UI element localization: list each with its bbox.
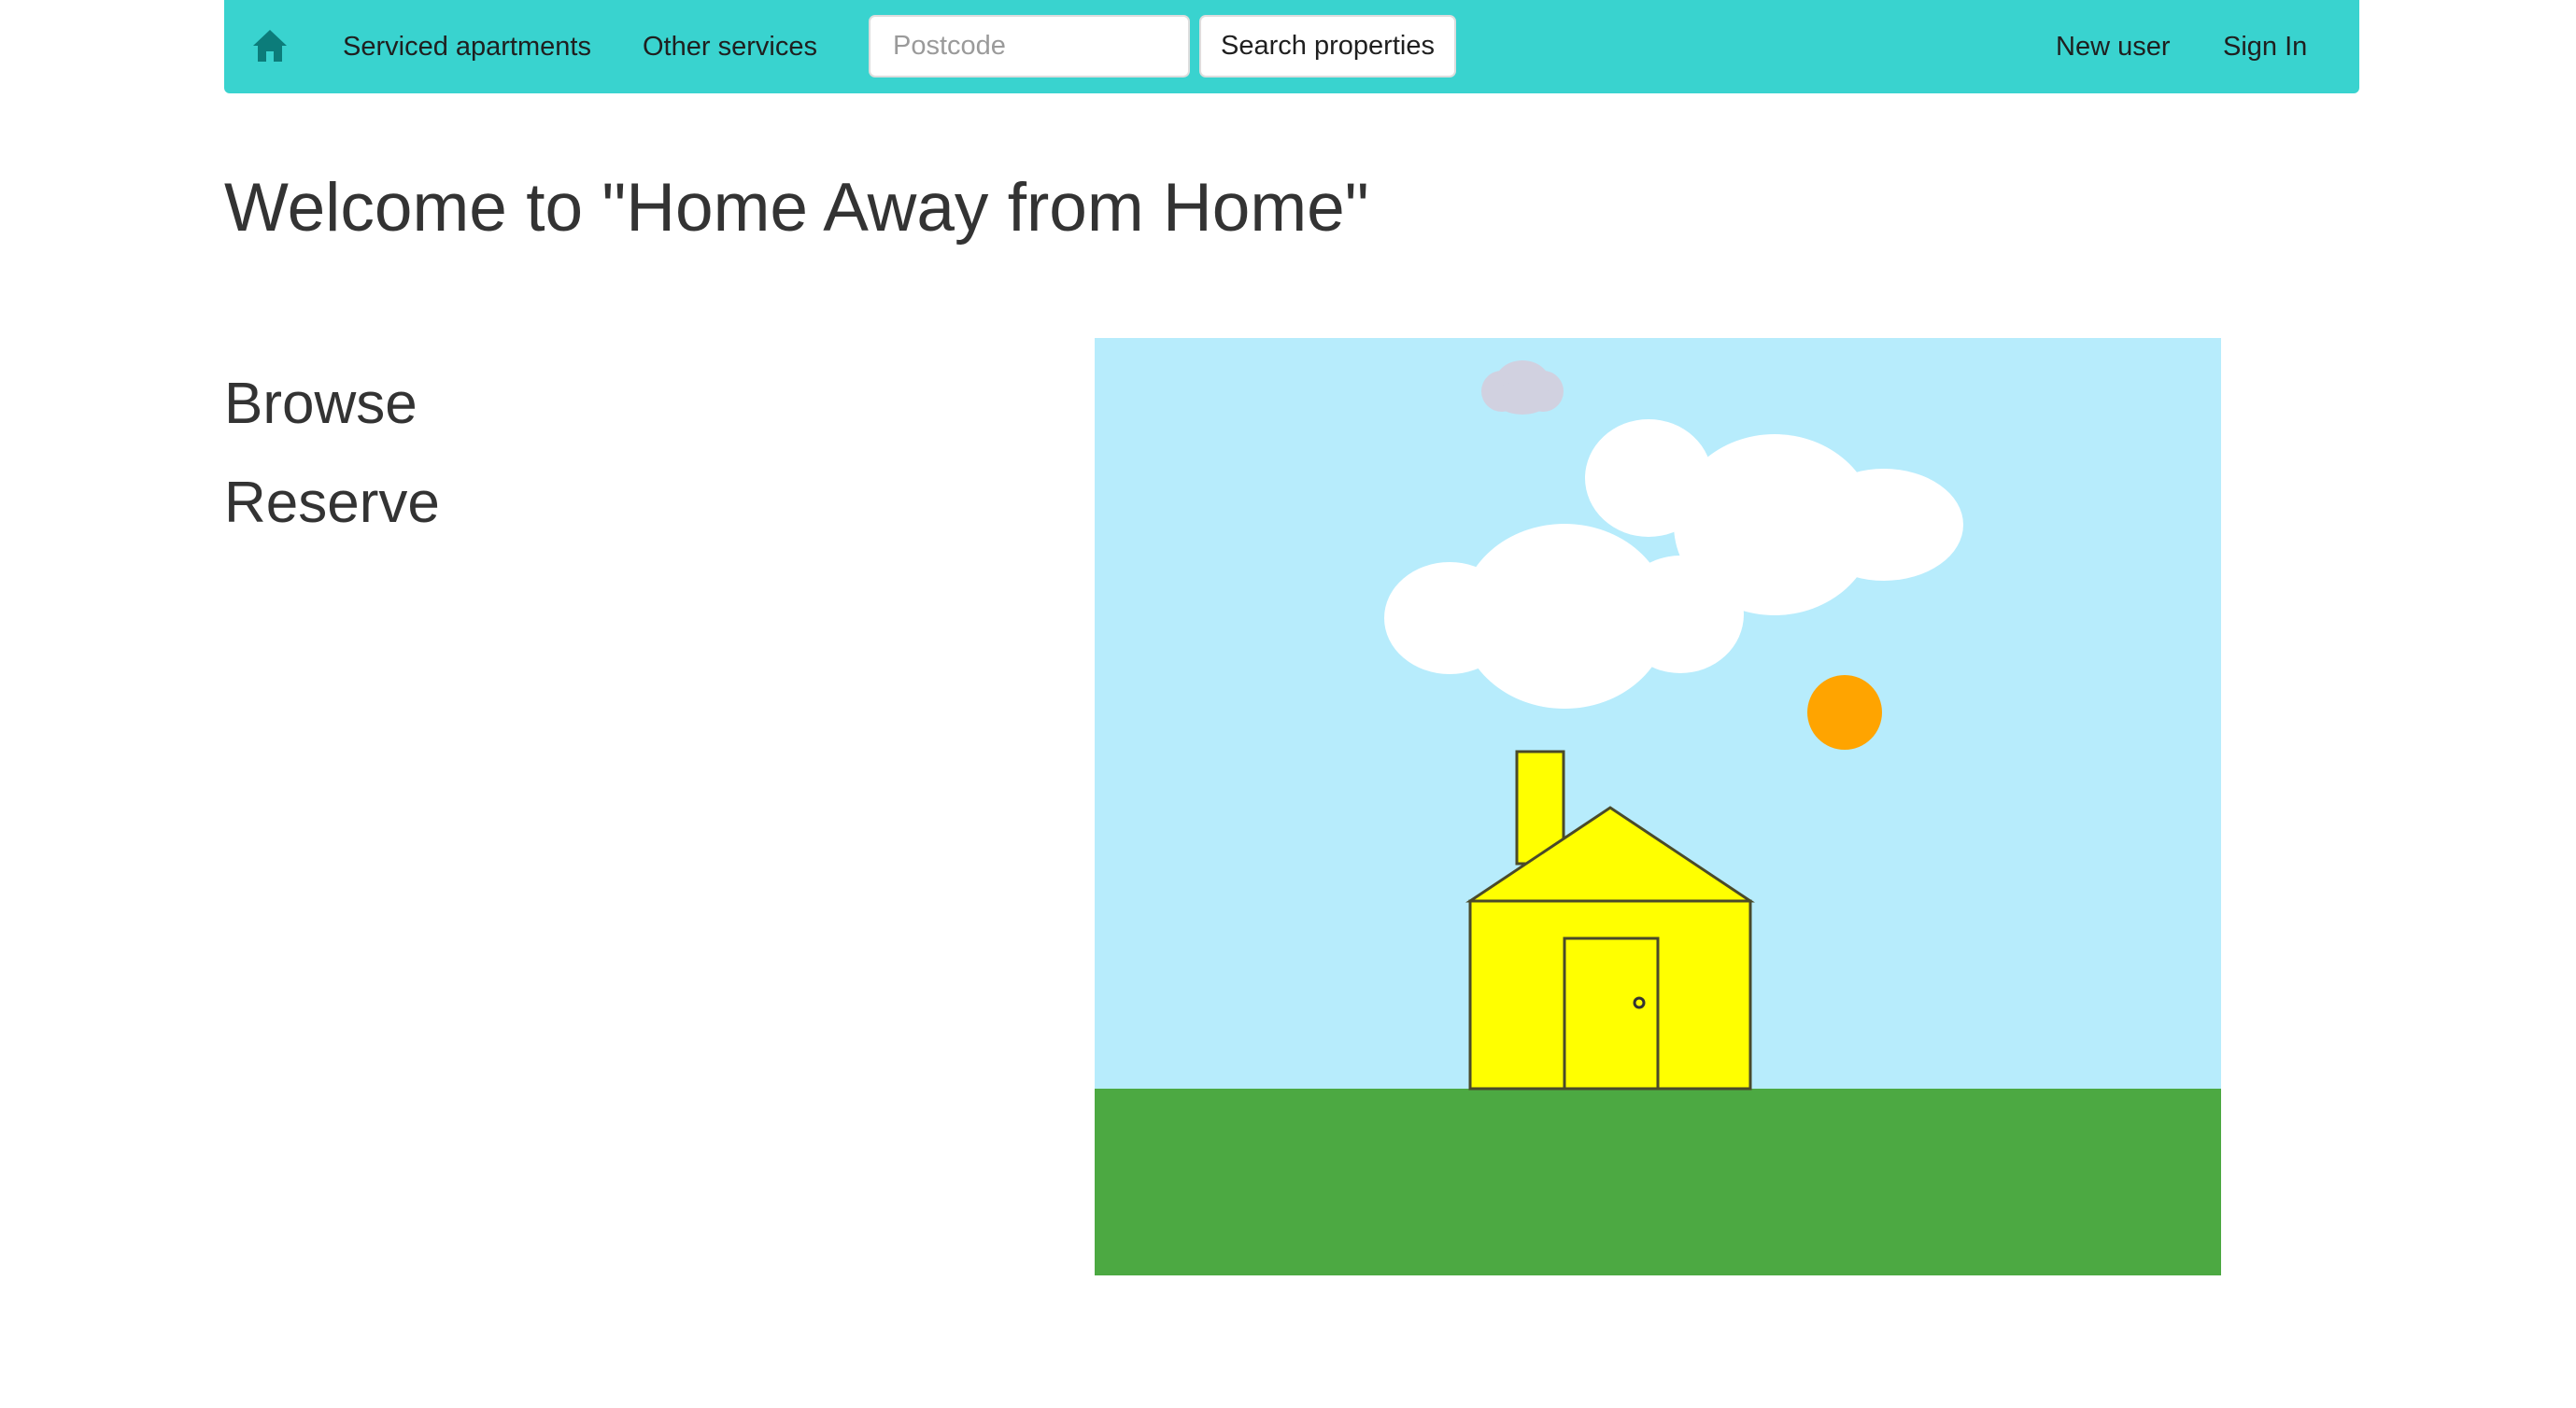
reserve-heading[interactable]: Reserve: [224, 468, 440, 539]
nav-serviced-apartments[interactable]: Serviced apartments: [343, 28, 591, 65]
search-properties-button[interactable]: Search properties: [1199, 15, 1456, 77]
nav-new-user[interactable]: New user: [2056, 28, 2171, 65]
sun: [1807, 675, 1882, 750]
postcode-input[interactable]: [869, 15, 1190, 77]
home-link[interactable]: [251, 28, 289, 63]
browse-heading[interactable]: Browse: [224, 369, 418, 440]
page-title: Welcome to "Home Away from Home": [224, 170, 1369, 246]
house-illustration: [1095, 338, 2221, 1275]
top-navbar: Serviced apartments Other services Searc…: [224, 0, 2359, 93]
nav-sign-in[interactable]: Sign In: [2223, 28, 2307, 65]
nav-other-services[interactable]: Other services: [643, 28, 817, 65]
door: [1563, 936, 1660, 1091]
home-icon: [253, 30, 287, 62]
grass: [1095, 1089, 2221, 1275]
